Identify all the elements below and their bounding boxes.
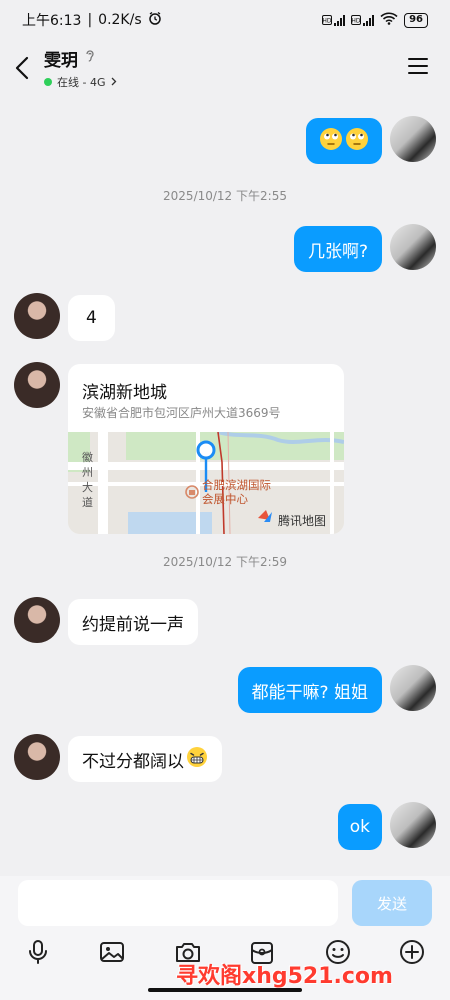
home-indicator: [148, 988, 302, 992]
avatar-self[interactable]: [390, 116, 436, 162]
message-bubble-outgoing[interactable]: ok: [337, 804, 382, 850]
image-icon: [100, 942, 124, 962]
message-row: 不过分都阔以: [0, 734, 450, 784]
message-bubble-incoming[interactable]: 4: [68, 295, 115, 341]
status-bar: 上午6:13 | 0.2K/s HD HD 96: [0, 0, 450, 40]
hd-signal-icon: HD: [322, 14, 346, 26]
message-row: 滨湖新地城 安徽省合肥市包河区庐州大道3669号 徽州大道 合肥滨湖国际 会展中…: [0, 362, 450, 534]
microphone-icon: [29, 940, 47, 964]
location-card[interactable]: 滨湖新地城 安徽省合肥市包河区庐州大道3669号 徽州大道 合肥滨湖国际 会展中…: [68, 364, 344, 534]
menu-button[interactable]: [406, 54, 430, 78]
message-bubble-incoming[interactable]: 不过分都阔以: [68, 736, 222, 782]
voice-button[interactable]: [22, 936, 54, 968]
map-poi-label-line2: 会展中心: [202, 492, 248, 506]
rolling-eyes-emoji-icon: [345, 127, 369, 156]
image-button[interactable]: [96, 936, 128, 968]
avatar-self[interactable]: [390, 224, 436, 270]
timestamp: 2025/10/12 下午2:55: [163, 189, 287, 203]
message-row: 4: [0, 293, 450, 343]
map-poi-label: 合肥滨湖国际 会展中心: [202, 478, 271, 506]
message-list[interactable]: 2025/10/12 下午2:55 几张啊? 4 滨湖新地城 安徽省合肥市包河区…: [0, 96, 450, 876]
avatar-self[interactable]: [390, 802, 436, 848]
send-button[interactable]: 发送: [352, 880, 432, 926]
map-preview[interactable]: 徽州大道 合肥滨湖国际 会展中心 腾讯地图: [68, 432, 344, 534]
back-button[interactable]: [0, 46, 44, 90]
hd-signal-2-icon: HD: [351, 14, 375, 26]
watermark: 寻欢阁xhg521.com: [176, 964, 393, 989]
message-bubble-outgoing[interactable]: [306, 118, 382, 164]
status-divider: |: [87, 12, 93, 28]
contact-name: 雯玥: [44, 51, 78, 71]
timestamp: 2025/10/12 下午2:59: [163, 555, 287, 569]
message-row: 约提前说一声: [0, 597, 450, 647]
message-row: 几张啊?: [0, 224, 450, 274]
message-row: ok: [0, 802, 450, 852]
avatar-contact[interactable]: [14, 734, 60, 780]
chevron-left-icon: [15, 56, 29, 80]
contact-info[interactable]: 雯玥 在线 - 4G: [44, 46, 117, 90]
rolling-eyes-emoji-icon: [319, 127, 343, 156]
avatar-self[interactable]: [390, 665, 436, 711]
message-bubble-outgoing[interactable]: 都能干嘛? 姐姐: [237, 667, 382, 713]
network-speed: 0.2K/s: [98, 12, 142, 28]
avatar-contact[interactable]: [14, 597, 60, 643]
message-row: 都能干嘛? 姐姐: [0, 665, 450, 715]
svg-text:HD: HD: [352, 18, 362, 25]
message-bubble-incoming[interactable]: 约提前说一声: [68, 599, 198, 645]
location-address: 安徽省合肥市包河区庐州大道3669号: [82, 406, 281, 420]
plus-circle-icon: [400, 940, 424, 964]
avatar-contact[interactable]: [14, 362, 60, 408]
message-input[interactable]: [18, 880, 338, 926]
message-row: [0, 116, 450, 166]
status-time: 上午6:13: [22, 13, 82, 29]
more-button[interactable]: [396, 936, 428, 968]
battery-indicator: 96: [404, 12, 428, 28]
hamburger-menu-icon: [408, 58, 428, 74]
grinning-emoji-icon: [186, 746, 208, 773]
chevron-right-icon: [111, 76, 117, 89]
map-provider-label: 腾讯地图: [278, 514, 327, 528]
svg-text:HD: HD: [323, 18, 333, 25]
wifi-icon: [380, 12, 398, 28]
alarm-icon: [148, 11, 162, 29]
location-title: 滨湖新地城: [82, 383, 167, 403]
map-poi-label-line1: 合肥滨湖国际: [202, 478, 271, 492]
online-dot: [44, 78, 52, 86]
map-road-label: 徽州大道: [82, 451, 93, 509]
message-text: 不过分都阔以: [82, 751, 184, 772]
chat-header: 雯玥 在线 - 4G: [0, 40, 450, 96]
ear-icon: [84, 49, 96, 69]
message-bubble-outgoing[interactable]: 几张啊?: [293, 226, 382, 272]
avatar-contact[interactable]: [14, 293, 60, 339]
online-status: 在线 - 4G: [57, 76, 106, 89]
